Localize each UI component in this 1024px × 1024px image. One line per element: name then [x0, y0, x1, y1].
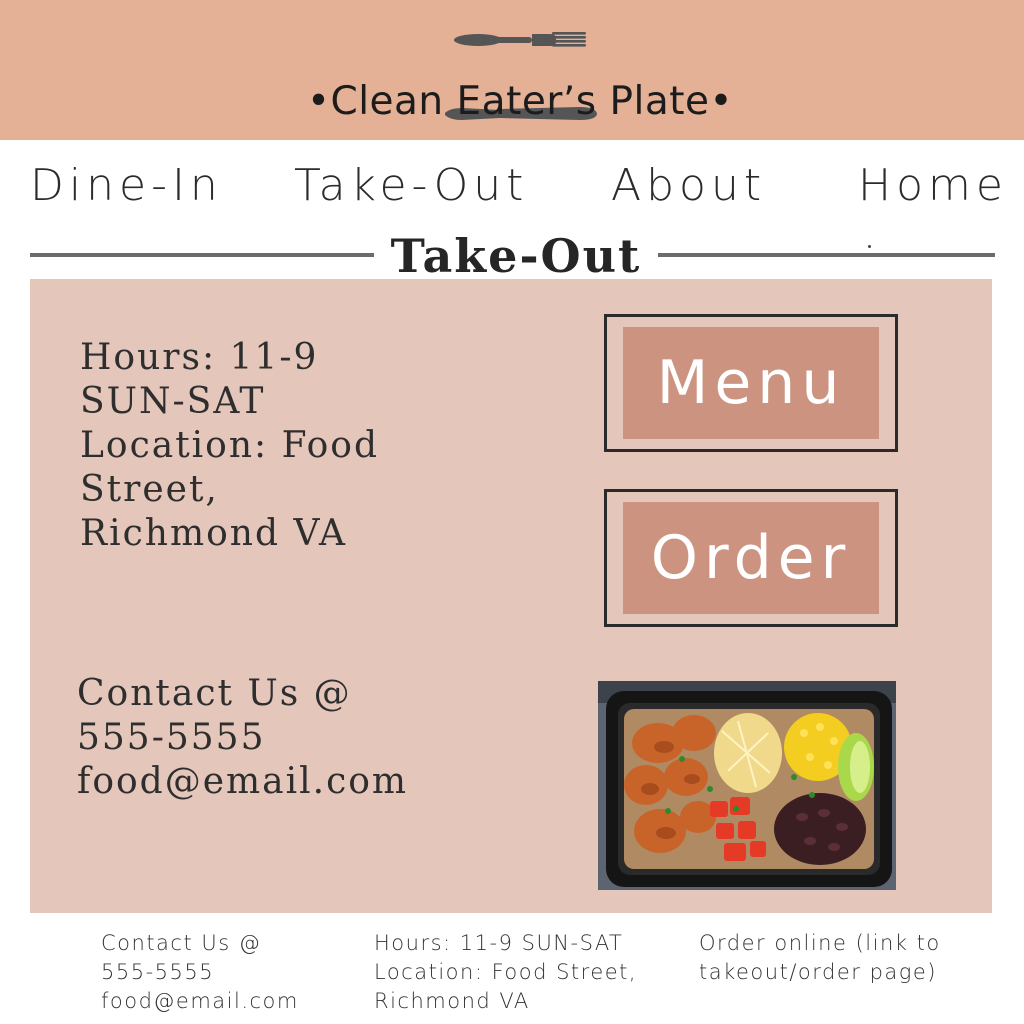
food-bowl-image [598, 681, 896, 890]
footer-location-city: Richmond VA [374, 989, 530, 1013]
decorative-dot [868, 245, 871, 248]
contact-phone[interactable]: 555-5555 [77, 716, 408, 760]
footer-contact: Contact Us @ 555-5555 food@email.com [101, 929, 299, 1016]
header-banner: •Clean Eater’s Plate• [0, 0, 1024, 140]
brand-logo[interactable]: •Clean Eater’s Plate• [300, 26, 740, 134]
brand-name: •Clean Eater’s Plate• [306, 79, 734, 124]
page-title: Take-Out [390, 229, 642, 283]
contact-info: Contact Us @ 555-5555 food@email.com [77, 672, 408, 804]
hours-text: Hours: 11-9 [80, 337, 319, 378]
footer-hours: Hours: 11-9 SUN-SAT Location: Food Stree… [374, 929, 637, 1016]
contact-heading: Contact Us @ [77, 673, 352, 714]
footer-order-line2[interactable]: takeout/order page) [699, 958, 941, 987]
fork-icon [454, 32, 586, 47]
order-button-label: Order [623, 502, 879, 614]
footer-hours-text: Hours: 11-9 SUN-SAT [374, 931, 624, 955]
heading-rule-left [30, 253, 374, 257]
footer-order-line1[interactable]: Order online (link to [699, 929, 941, 958]
menu-button-label: Menu [623, 327, 879, 439]
hours-location-info: Hours: 11-9 SUN-SAT Location: Food Stree… [80, 336, 379, 556]
days-text: SUN-SAT [80, 381, 266, 422]
nav-home[interactable]: Home [858, 158, 1008, 214]
footer-location-text: Location: Food Street, [374, 960, 638, 984]
nav-take-out[interactable]: Take-Out [294, 158, 528, 214]
menu-button[interactable]: Menu [604, 314, 898, 452]
footer-order-link[interactable]: Order online (link to takeout/order page… [699, 929, 941, 987]
footer-contact-email[interactable]: food@email.com [101, 987, 299, 1016]
contact-email[interactable]: food@email.com [77, 760, 408, 804]
food-bowl-illustration [598, 681, 896, 890]
order-button[interactable]: Order [604, 489, 898, 627]
location-street-text: Street, [80, 469, 219, 510]
nav-about[interactable]: About [611, 158, 766, 214]
footer-contact-phone[interactable]: 555-5555 [101, 958, 299, 987]
location-text: Location: Food [80, 425, 380, 466]
nav-dine-in[interactable]: Dine-In [30, 158, 223, 214]
heading-rule-right [658, 253, 995, 257]
location-city-text: Richmond VA [80, 513, 348, 554]
footer-contact-heading: Contact Us @ [101, 931, 262, 955]
